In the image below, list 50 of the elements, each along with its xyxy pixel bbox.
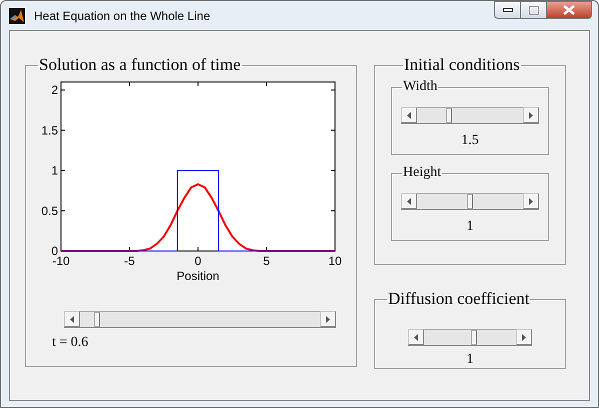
- scroll-left-button[interactable]: [401, 107, 417, 123]
- window-title: Heat Equation on the Whole Line: [34, 8, 212, 22]
- time-slider[interactable]: [64, 311, 336, 328]
- slider-thumb[interactable]: [471, 330, 478, 345]
- right-arrow-icon: [522, 334, 526, 340]
- left-arrow-icon: [407, 112, 411, 118]
- tick-label: 1: [51, 164, 58, 178]
- group-title: Height: [402, 165, 442, 181]
- time-label: t = 0.6: [52, 335, 90, 351]
- group-title: Initial conditions: [403, 55, 521, 75]
- right-arrow-icon: [529, 198, 533, 204]
- minimize-icon: [502, 8, 512, 12]
- scroll-right-button[interactable]: [523, 193, 539, 209]
- minimize-button[interactable]: [494, 1, 521, 19]
- tick-label: 1.5: [41, 123, 58, 138]
- tick-label: 5: [263, 254, 270, 268]
- left-arrow-icon: [70, 316, 74, 322]
- left-arrow-icon: [407, 198, 411, 204]
- slider[interactable]: [408, 329, 532, 346]
- slider-thumb[interactable]: [446, 108, 452, 123]
- tick-label: 0.5: [41, 204, 58, 218]
- slider-thumb[interactable]: [94, 312, 100, 327]
- app-icon: [9, 8, 25, 24]
- slider[interactable]: [401, 107, 539, 124]
- close-button[interactable]: [547, 1, 592, 19]
- maximize-icon: [528, 6, 538, 14]
- tick-label: 0: [194, 254, 202, 268]
- scroll-right-button[interactable]: [516, 329, 532, 345]
- close-icon: [563, 5, 575, 15]
- group-title: Diffusion coefficient: [387, 289, 530, 309]
- scroll-left-button[interactable]: [408, 329, 424, 345]
- group-title: Solution as a function of time: [38, 55, 242, 75]
- right-arrow-icon: [326, 316, 330, 322]
- slider-thumb[interactable]: [467, 194, 473, 209]
- tick-label: -5: [124, 254, 135, 268]
- value-label: 1: [466, 352, 474, 368]
- tick-label: 10: [328, 254, 342, 268]
- scroll-right-button[interactable]: [320, 311, 336, 327]
- scroll-left-button[interactable]: [64, 311, 80, 327]
- maximize-button[interactable]: [521, 1, 547, 19]
- right-arrow-icon: [529, 112, 533, 118]
- group-title: Width: [402, 79, 438, 95]
- left-arrow-icon: [414, 334, 418, 340]
- tick-label: 2: [51, 83, 58, 98]
- axis-label: Position: [176, 269, 220, 282]
- value-label: 1.5: [461, 133, 479, 149]
- value-label: 1: [466, 219, 474, 235]
- slider[interactable]: [401, 193, 539, 210]
- scroll-left-button[interactable]: [401, 193, 417, 209]
- scroll-right-button[interactable]: [523, 107, 539, 123]
